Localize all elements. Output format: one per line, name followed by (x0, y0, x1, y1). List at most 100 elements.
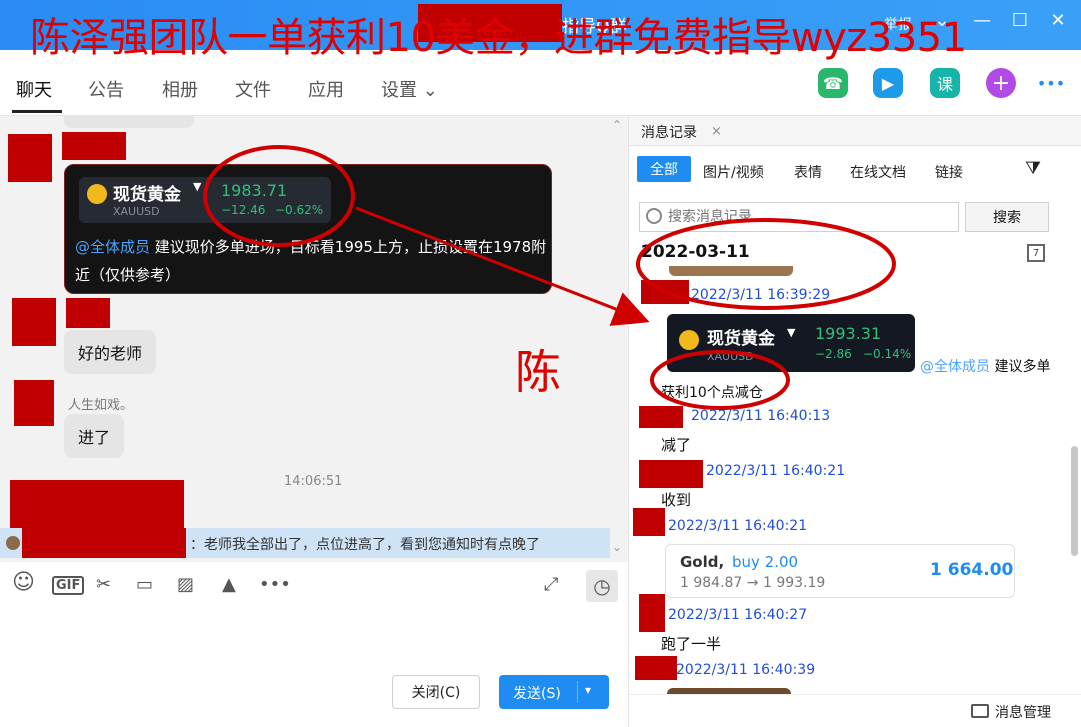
redacted-avatar (639, 406, 683, 428)
folder-icon[interactable]: ▭ (136, 574, 153, 595)
expand-down-icon[interactable]: ⌄ (612, 540, 622, 554)
video-call-icon[interactable]: ▶ (873, 68, 903, 98)
collapse-icon[interactable]: ⌃ (612, 118, 622, 132)
phone-icon[interactable]: ☎ (818, 68, 848, 98)
manage-icon[interactable] (971, 704, 989, 718)
redacted-avatar (12, 298, 56, 346)
record-time: 2022/3/11 16:40:21 (668, 518, 808, 534)
trade-order-card[interactable]: Gold, buy 2.00 1 984.87 → 1 993.19 1 664… (665, 544, 1015, 598)
active-tab-indicator (12, 110, 62, 113)
filter-stickers[interactable]: 表情 (794, 162, 822, 182)
message-history-panel: 消息记录 × 全部 图片/视频 表情 在线文档 链接 ⧩ 搜索 2022-03-… (628, 116, 1081, 727)
quote-price: 1993.31 (815, 324, 882, 343)
quote-name: 现货黄金 (707, 329, 775, 349)
quote-change: −12.46 (221, 203, 266, 217)
avatar (6, 536, 20, 550)
redacted-avatar (639, 460, 703, 488)
history-filter-tabs: 全部 图片/视频 表情 在线文档 链接 ⧩ (629, 156, 1081, 186)
history-search-input[interactable] (668, 207, 948, 227)
minimize-button[interactable]: — (970, 10, 994, 31)
annotation-character: 陈 (515, 345, 561, 399)
record-text: 跑了一半 (661, 635, 722, 653)
promo-overlay-text: 陈泽强团队一单获利10美金，进群免费指导wyz3351 (30, 15, 967, 61)
emoji-icon[interactable]: ☺ (12, 570, 35, 595)
close-window-button[interactable]: ✕ (1046, 10, 1070, 31)
gif-icon[interactable]: GIF (52, 576, 85, 595)
history-scrollbar[interactable] (1071, 446, 1078, 556)
filter-docs[interactable]: 在线文档 (850, 162, 906, 182)
search-icon (646, 208, 662, 224)
add-app-icon[interactable]: + (986, 68, 1016, 98)
order-side: buy 2.00 (732, 553, 799, 571)
message-input[interactable]: 关闭(C) 发送(S) ▾ (0, 608, 628, 727)
gold-coin-icon (679, 330, 699, 350)
message-time: 14:06:51 (284, 474, 343, 489)
redacted-avatar (14, 380, 54, 426)
previous-message-bubble (64, 116, 194, 128)
profit-message: 获利10个点减仓 (661, 385, 763, 401)
history-clock-icon[interactable]: ◷ (586, 570, 618, 602)
filter-icon[interactable]: ⧩ (1025, 158, 1041, 179)
redacted-avatar (635, 656, 677, 680)
redacted-avatar (633, 508, 665, 536)
image-thumbnail[interactable] (669, 266, 793, 276)
image-icon[interactable]: ▨ (177, 574, 194, 595)
send-options-icon[interactable]: ▾ (585, 683, 591, 697)
send-label: 发送(S) (513, 686, 561, 702)
tab-chat[interactable]: 聊天 (16, 76, 52, 102)
gold-quote-message[interactable]: 现货黄金 ▼ XAUUSD 1983.71 −12.46 −0.62% @全体成… (64, 164, 552, 294)
quote-name: 现货黄金 (113, 185, 181, 205)
suggest-text: 建议多单 (994, 359, 1051, 375)
send-button[interactable]: 发送(S) ▾ (499, 675, 609, 709)
tab-files[interactable]: 文件 (235, 76, 271, 102)
new-message-notice[interactable]: ：老师我全部出了，点位进高了，看到您通知时有点晚了 ⌄ (0, 528, 622, 558)
record-time: 2022/3/11 16:40:39 (676, 662, 816, 678)
history-quote-card[interactable]: 现货黄金 ▼ XAUUSD 1993.31 −2.86 −0.14% (667, 314, 915, 372)
quote-change-pct: −0.14% (863, 347, 912, 361)
tab-announcement[interactable]: 公告 (88, 76, 124, 102)
caret-down-icon: ▼ (193, 180, 202, 193)
quote-price: 1983.71 (221, 181, 288, 200)
redacted-avatar (8, 134, 52, 182)
mention-all[interactable]: @全体成员 (75, 238, 150, 256)
tab-apps[interactable]: 应用 (308, 76, 344, 102)
quote-symbol: XAUUSD (113, 205, 160, 218)
class-icon[interactable]: 课 (930, 68, 960, 98)
sender-nickname: 人生如戏。 (68, 398, 134, 413)
more-tools-icon[interactable]: ••• (259, 574, 291, 595)
history-quote-caption: @全体成员 建议多单 (920, 356, 1050, 376)
screenshot-cut-icon[interactable]: ✂ (96, 574, 111, 595)
message-bubble: 进了 (64, 414, 125, 458)
order-profit: 1 664.00 (930, 560, 1014, 580)
tab-album[interactable]: 相册 (162, 76, 198, 102)
record-text: 减了 (661, 436, 692, 454)
filter-links[interactable]: 链接 (935, 162, 963, 182)
input-toolbar: ☺ GIF ✂ ▭ ▨ ▲ ••• ⤢ ◷ (0, 562, 628, 608)
record-time: 2022/3/11 16:40:21 (706, 463, 846, 479)
notice-text: ：老师我全部出了，点位进高了，看到您通知时有点晚了 (190, 537, 540, 553)
redacted-avatar (641, 280, 689, 304)
quote-ticker[interactable]: 现货黄金 ▼ XAUUSD 1983.71 −12.46 −0.62% (79, 177, 331, 223)
order-prices: 1 984.87 → 1 993.19 (680, 575, 826, 591)
filter-media[interactable]: 图片/视频 (703, 162, 764, 182)
calendar-icon[interactable]: 7 (1027, 244, 1045, 262)
quote-change: −2.86 (815, 347, 852, 361)
message-manage-link[interactable]: 消息管理 (995, 702, 1051, 722)
expand-input-icon[interactable]: ⤢ (544, 574, 558, 595)
close-history-icon[interactable]: × (711, 124, 722, 139)
bell-icon[interactable]: ▲ (222, 574, 236, 595)
maximize-button[interactable]: ☐ (1008, 10, 1032, 31)
redacted-avatar (639, 594, 665, 632)
more-options-icon[interactable]: ••• (1036, 68, 1066, 98)
close-button[interactable]: 关闭(C) (392, 675, 480, 709)
redacted-nickname (66, 298, 110, 328)
mention-all[interactable]: @全体成员 (920, 359, 990, 375)
record-time: 2022/3/11 16:40:27 (668, 607, 808, 623)
history-title[interactable]: 消息记录 (641, 122, 697, 142)
filter-all[interactable]: 全部 (637, 156, 691, 182)
record-time: 2022/3/11 16:40:13 (691, 408, 831, 424)
search-button[interactable]: 搜索 (965, 202, 1049, 232)
tab-settings[interactable]: 设置 ⌄ (381, 76, 438, 102)
record-time: 2022/3/11 16:39:29 (691, 287, 831, 303)
history-search[interactable] (639, 202, 959, 232)
